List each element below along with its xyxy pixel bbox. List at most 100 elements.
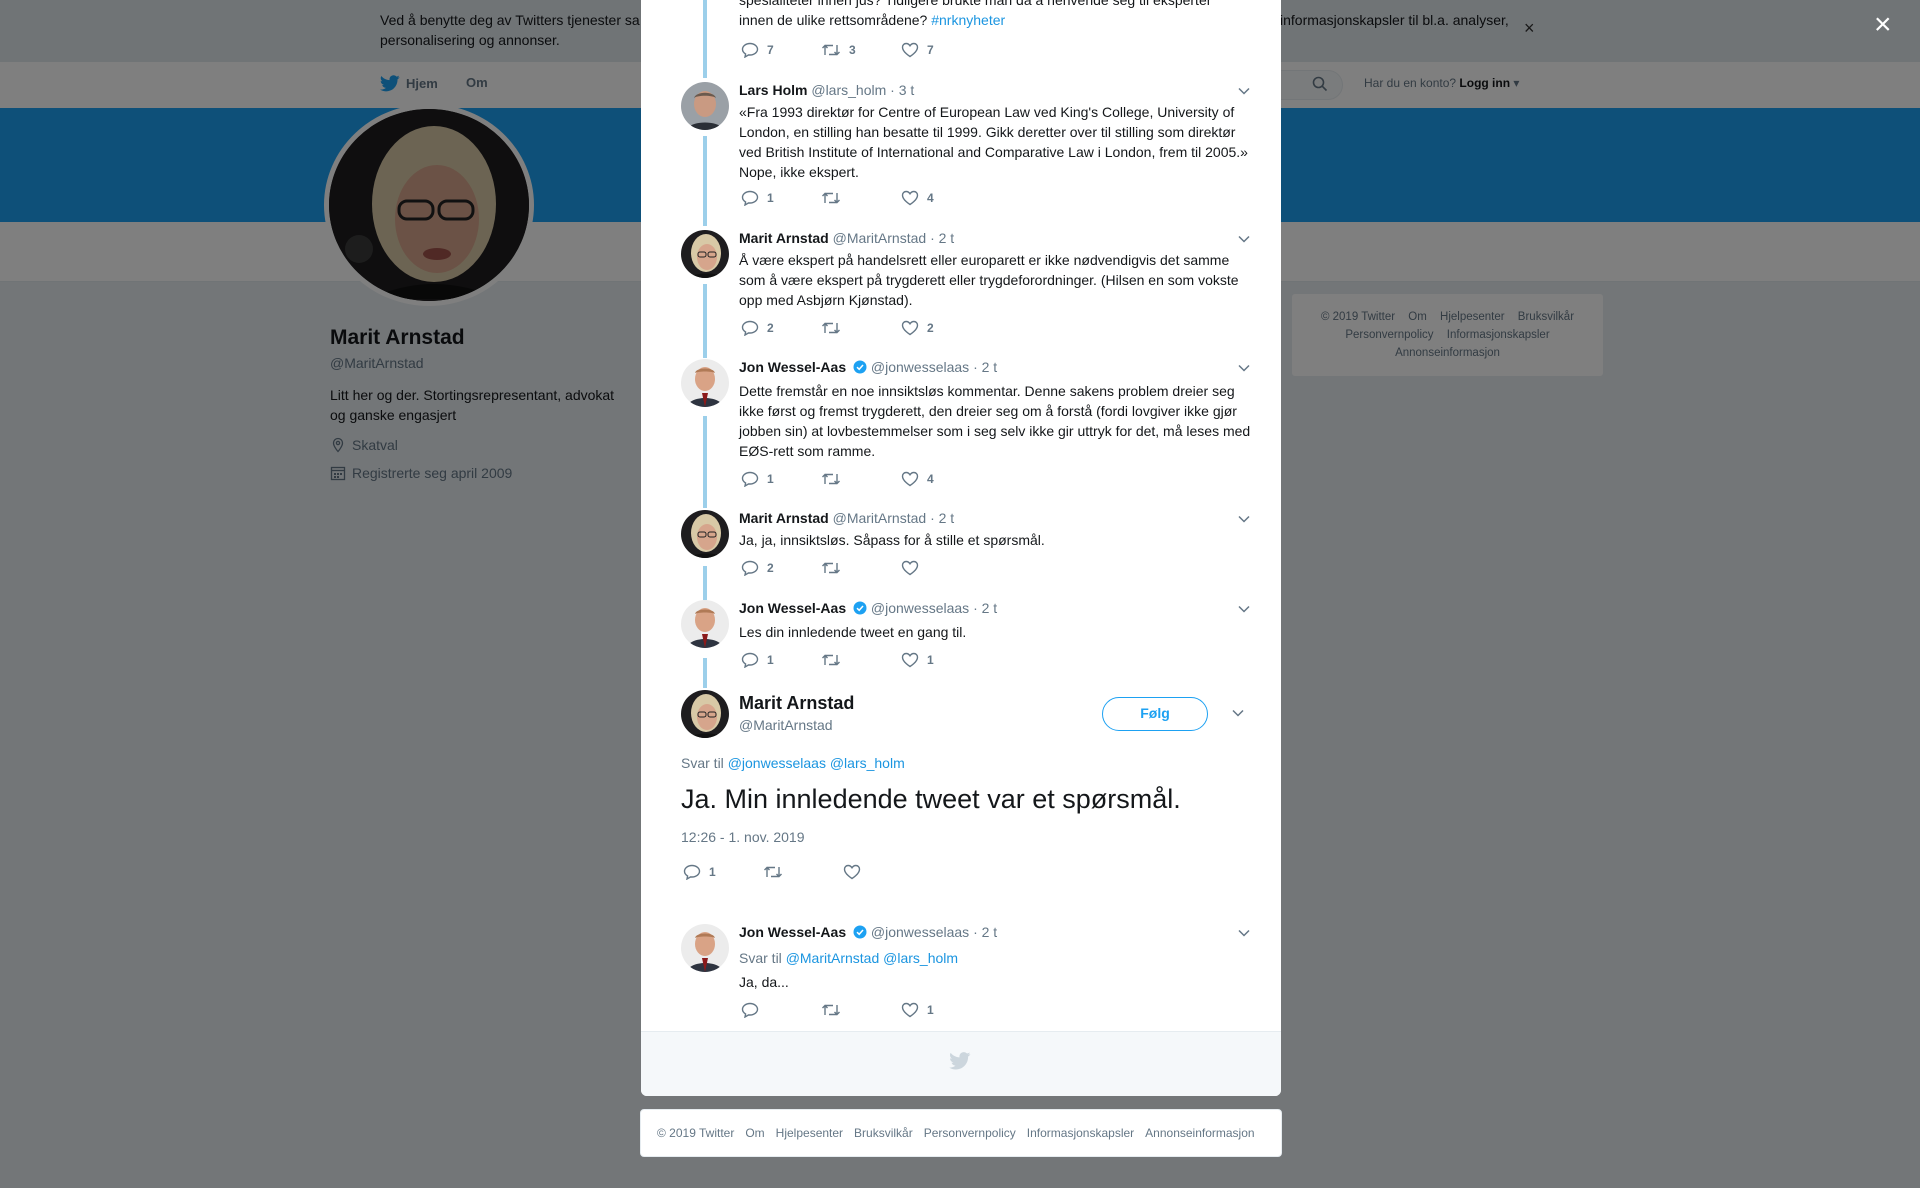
thread-line bbox=[703, 566, 707, 600]
tweet-actions: 1 4 bbox=[739, 190, 1039, 210]
tweet-author-name[interactable]: Marit Arnstad bbox=[739, 230, 829, 246]
avatar[interactable] bbox=[681, 510, 729, 558]
retweet-icon bbox=[822, 44, 840, 56]
footer-link-ads[interactable]: Annonseinformasjon bbox=[1145, 1126, 1254, 1140]
tweet-author-name[interactable]: Marit Arnstad bbox=[739, 510, 829, 526]
retweet-button[interactable] bbox=[821, 190, 849, 206]
tweet-actions: 1 1 bbox=[739, 652, 1039, 672]
retweet-button[interactable] bbox=[821, 471, 849, 487]
avatar[interactable] bbox=[681, 690, 729, 738]
tweet-timestamp[interactable]: · 2 t bbox=[930, 230, 954, 246]
chevron-down-icon[interactable] bbox=[1231, 708, 1245, 718]
tweet-author-handle[interactable]: @jonwesselaas bbox=[871, 600, 969, 616]
reply-context-prefix: Svar til bbox=[739, 950, 782, 966]
tweet-actions: 7 3 7 bbox=[739, 42, 1039, 62]
tweet-timestamp[interactable]: · 2 t bbox=[973, 600, 997, 616]
reply-icon bbox=[741, 1002, 759, 1018]
chevron-down-icon[interactable] bbox=[1237, 234, 1251, 244]
thread-line bbox=[703, 136, 707, 226]
footer-link-help[interactable]: Hjelpesenter bbox=[776, 1126, 843, 1140]
tweet-author-handle[interactable]: @MaritArnstad bbox=[833, 510, 927, 526]
main-tweet-author-handle[interactable]: @MaritArnstad bbox=[739, 717, 833, 733]
retweet-icon bbox=[822, 1004, 840, 1016]
reply-count: 2 bbox=[767, 321, 774, 335]
chevron-down-icon[interactable] bbox=[1237, 604, 1251, 614]
main-tweet-author-name[interactable]: Marit Arnstad bbox=[739, 693, 854, 714]
avatar[interactable] bbox=[681, 82, 729, 130]
tweet-text: spesialiteter innen jus? Tidligere brukt… bbox=[739, 0, 1251, 30]
reply-button[interactable]: 1 bbox=[741, 190, 774, 206]
like-button[interactable] bbox=[843, 864, 869, 880]
avatar[interactable] bbox=[681, 230, 729, 278]
heart-icon bbox=[901, 471, 919, 487]
reply-context-users[interactable]: @jonwesselaas @lars_holm bbox=[728, 755, 905, 771]
retweet-icon bbox=[822, 473, 840, 485]
tweet-author-name[interactable]: Lars Holm bbox=[739, 82, 807, 98]
like-button[interactable]: 2 bbox=[901, 320, 934, 336]
chevron-down-icon[interactable] bbox=[1237, 514, 1251, 524]
tweet-author-name[interactable]: Jon Wessel-Aas bbox=[739, 924, 846, 940]
reply-button[interactable]: 1 bbox=[741, 652, 774, 668]
like-button[interactable]: 1 bbox=[901, 1002, 934, 1018]
tweet-text: Å være ekspert på handelsrett eller euro… bbox=[739, 252, 1239, 308]
footer-copyright: © 2019 Twitter bbox=[657, 1126, 735, 1140]
tweet-timestamp[interactable]: · 2 t bbox=[930, 510, 954, 526]
retweet-button[interactable] bbox=[821, 1002, 849, 1018]
retweet-button[interactable] bbox=[821, 652, 849, 668]
retweet-button[interactable]: 3 bbox=[821, 42, 856, 58]
tweet-header: Lars Holm @lars_holm · 3 t bbox=[739, 82, 1251, 102]
retweet-button[interactable] bbox=[821, 560, 849, 576]
avatar[interactable] bbox=[681, 600, 729, 648]
reply-button[interactable]: 1 bbox=[683, 864, 716, 880]
tweet-header: Marit Arnstad @MaritArnstad · 2 t bbox=[739, 510, 1251, 530]
tweet-header: Jon Wessel-Aas @jonwesselaas · 2 t bbox=[739, 359, 1251, 379]
like-button[interactable]: 1 bbox=[901, 652, 934, 668]
reply-button[interactable]: 7 bbox=[741, 42, 774, 58]
reply-context-users[interactable]: @MaritArnstad @lars_holm bbox=[786, 950, 958, 966]
footer-link-cookies[interactable]: Informasjonskapsler bbox=[1027, 1126, 1134, 1140]
avatar[interactable] bbox=[681, 924, 729, 972]
reply-context: Svar til @jonwesselaas @lars_holm bbox=[681, 755, 905, 771]
tweet-timestamp[interactable]: · 2 t bbox=[973, 924, 997, 940]
tweet-author-name[interactable]: Jon Wessel-Aas bbox=[739, 600, 846, 616]
retweet-button[interactable] bbox=[821, 320, 849, 336]
hashtag-link[interactable]: #nrknyheter bbox=[931, 12, 1005, 28]
tweet-actions: 1 bbox=[739, 1002, 1039, 1022]
tweet-author-handle[interactable]: @jonwesselaas bbox=[871, 924, 969, 940]
main-tweet-actions: 1 bbox=[681, 864, 981, 884]
tweet-timestamp[interactable]: · 3 t bbox=[890, 82, 914, 98]
reply-icon bbox=[741, 652, 759, 668]
tweet-actions: 1 4 bbox=[739, 471, 1039, 491]
reply-button[interactable]: 2 bbox=[741, 320, 774, 336]
avatar[interactable] bbox=[681, 359, 729, 407]
chevron-down-icon[interactable] bbox=[1237, 86, 1251, 96]
footer-link-about[interactable]: Om bbox=[745, 1126, 764, 1140]
retweet-icon bbox=[822, 322, 840, 334]
reply-button[interactable]: 1 bbox=[741, 471, 774, 487]
reply-button[interactable]: 2 bbox=[741, 560, 774, 576]
footer-link-privacy[interactable]: Personvernpolicy bbox=[924, 1126, 1016, 1140]
tweet-timestamp[interactable]: · 2 t bbox=[973, 359, 997, 375]
chevron-down-icon[interactable] bbox=[1237, 928, 1251, 938]
like-button[interactable]: 7 bbox=[901, 42, 934, 58]
main-tweet-date[interactable]: 12:26 - 1. nov. 2019 bbox=[681, 829, 805, 845]
follow-button[interactable]: Følg bbox=[1102, 697, 1208, 731]
tweet-author-handle[interactable]: @jonwesselaas bbox=[871, 359, 969, 375]
like-button[interactable] bbox=[901, 560, 927, 576]
tweet-author-handle[interactable]: @lars_holm bbox=[811, 82, 886, 98]
tweet-actions: 2 2 bbox=[739, 320, 1039, 340]
tweet-author-handle[interactable]: @MaritArnstad bbox=[833, 230, 927, 246]
footer-link-terms[interactable]: Bruksvilkår bbox=[854, 1126, 913, 1140]
reply-icon bbox=[741, 560, 759, 576]
retweet-button[interactable] bbox=[763, 864, 791, 880]
heart-icon bbox=[901, 560, 919, 576]
reply-button[interactable] bbox=[741, 1002, 767, 1018]
like-button[interactable]: 4 bbox=[901, 190, 934, 206]
reply-count: 1 bbox=[767, 472, 774, 486]
like-button[interactable]: 4 bbox=[901, 471, 934, 487]
like-count: 1 bbox=[927, 1003, 934, 1017]
close-icon[interactable]: × bbox=[1874, 10, 1892, 40]
tweet-author-name[interactable]: Jon Wessel-Aas bbox=[739, 359, 846, 375]
chevron-down-icon[interactable] bbox=[1237, 363, 1251, 373]
reply-count: 1 bbox=[767, 653, 774, 667]
